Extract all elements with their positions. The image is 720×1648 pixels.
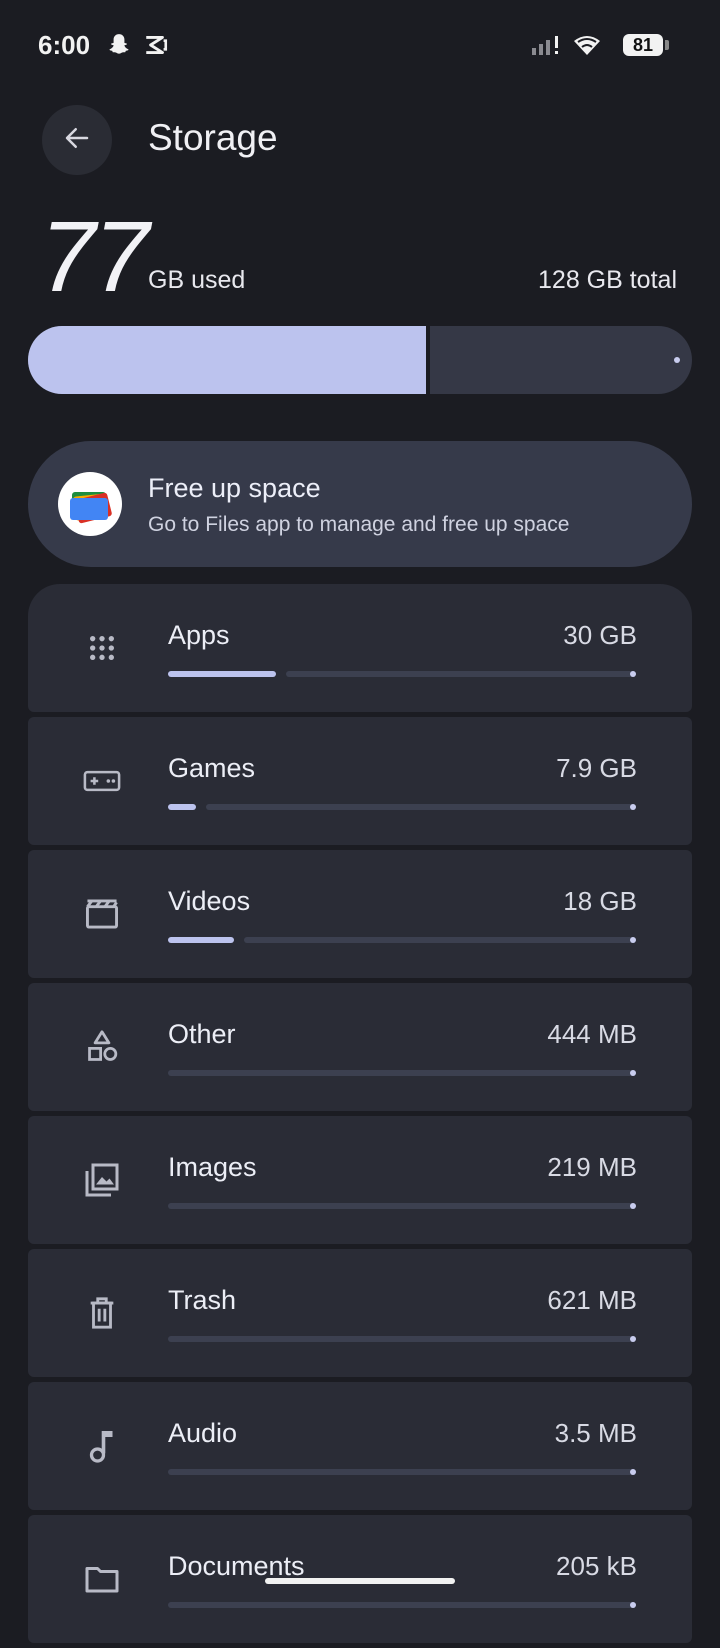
capcut-icon bbox=[143, 32, 169, 63]
category-size: 3.5 MB bbox=[554, 1418, 637, 1448]
category-usage-bar bbox=[168, 804, 636, 810]
snapchat-icon bbox=[106, 32, 132, 63]
trash-icon bbox=[82, 1293, 122, 1333]
category-size: 30 GB bbox=[563, 620, 637, 650]
category-usage-rest bbox=[168, 1469, 636, 1475]
category-size: 7.9 GB bbox=[556, 753, 637, 783]
category-usage-bar bbox=[168, 671, 636, 677]
back-button[interactable] bbox=[42, 105, 112, 175]
category-usage-bar bbox=[168, 1469, 636, 1475]
category-row-apps[interactable]: Apps 30 GB bbox=[28, 584, 692, 712]
category-usage-end-dot bbox=[630, 1469, 636, 1475]
used-value: 77 bbox=[40, 201, 149, 313]
storage-usage-bar bbox=[28, 326, 692, 394]
category-name: Apps bbox=[168, 620, 230, 650]
category-size: 219 MB bbox=[547, 1152, 637, 1182]
free-up-subtitle: Go to Files app to manage and free up sp… bbox=[148, 513, 570, 536]
folder-icon bbox=[82, 1559, 122, 1599]
signal-icon bbox=[530, 34, 564, 61]
storage-usage-end-dot bbox=[674, 357, 680, 363]
category-size: 18 GB bbox=[563, 886, 637, 916]
category-size: 621 MB bbox=[547, 1285, 637, 1315]
category-row-games[interactable]: Games 7.9 GB bbox=[28, 717, 692, 845]
status-time: 6:00 bbox=[38, 30, 91, 60]
category-name: Images bbox=[168, 1152, 257, 1182]
category-row-audio[interactable]: Audio 3.5 MB bbox=[28, 1382, 692, 1510]
category-usage-end-dot bbox=[630, 1602, 636, 1608]
category-usage-bar bbox=[168, 937, 636, 943]
category-usage-end-dot bbox=[630, 1336, 636, 1342]
gamepad-icon bbox=[82, 761, 122, 801]
category-usage-fill bbox=[168, 804, 196, 810]
category-row-trash[interactable]: Trash 621 MB bbox=[28, 1249, 692, 1377]
category-usage-end-dot bbox=[630, 1070, 636, 1076]
category-name: Other bbox=[168, 1019, 236, 1049]
category-size: 205 kB bbox=[556, 1551, 637, 1581]
wifi-icon bbox=[572, 33, 602, 62]
category-usage-end-dot bbox=[630, 804, 636, 810]
category-size: 444 MB bbox=[547, 1019, 637, 1049]
files-app-icon bbox=[58, 472, 122, 536]
category-usage-rest bbox=[286, 671, 636, 677]
category-name: Games bbox=[168, 753, 256, 783]
category-usage-rest bbox=[206, 804, 636, 810]
category-row-other[interactable]: Other 444 MB bbox=[28, 983, 692, 1111]
category-name: Trash bbox=[168, 1285, 237, 1315]
category-usage-rest bbox=[168, 1203, 636, 1209]
free-up-title: Free up space bbox=[148, 473, 321, 503]
status-bar: 6:00 81 bbox=[0, 0, 720, 90]
storage-category-list: Apps 30 GB Games 7.9 GB Videos 18 GB Oth… bbox=[28, 584, 692, 1648]
category-usage-rest bbox=[168, 1070, 636, 1076]
category-usage-end-dot bbox=[630, 937, 636, 943]
category-usage-end-dot bbox=[630, 671, 636, 677]
grid-dots-icon bbox=[82, 628, 122, 668]
battery-level: 81 bbox=[623, 34, 663, 56]
category-usage-fill bbox=[168, 671, 276, 677]
clapperboard-icon bbox=[82, 894, 122, 934]
storage-usage-fill bbox=[28, 326, 426, 394]
arrow-left-icon bbox=[62, 123, 92, 158]
page-title: Storage bbox=[148, 117, 278, 158]
used-label: GB used bbox=[148, 266, 246, 294]
category-name: Audio bbox=[168, 1418, 238, 1448]
category-row-videos[interactable]: Videos 18 GB bbox=[28, 850, 692, 978]
category-usage-rest bbox=[168, 1602, 636, 1608]
category-usage-rest bbox=[168, 1336, 636, 1342]
category-name: Videos bbox=[168, 886, 251, 916]
category-usage-bar bbox=[168, 1602, 636, 1608]
storage-usage-gap bbox=[426, 326, 430, 394]
battery-tip bbox=[665, 40, 669, 50]
category-usage-bar bbox=[168, 1203, 636, 1209]
shapes-icon bbox=[82, 1027, 122, 1067]
music-note-icon bbox=[82, 1426, 122, 1466]
free-up-space-card[interactable]: Free up space Go to Files app to manage … bbox=[28, 441, 692, 567]
category-usage-bar bbox=[168, 1336, 636, 1342]
category-usage-rest bbox=[244, 937, 636, 943]
total-label: 128 GB total bbox=[538, 266, 677, 294]
image-icon bbox=[82, 1160, 122, 1200]
home-indicator[interactable] bbox=[265, 1578, 455, 1584]
category-usage-bar bbox=[168, 1070, 636, 1076]
category-row-images[interactable]: Images 219 MB bbox=[28, 1116, 692, 1244]
category-usage-fill bbox=[168, 937, 234, 943]
category-usage-end-dot bbox=[630, 1203, 636, 1209]
